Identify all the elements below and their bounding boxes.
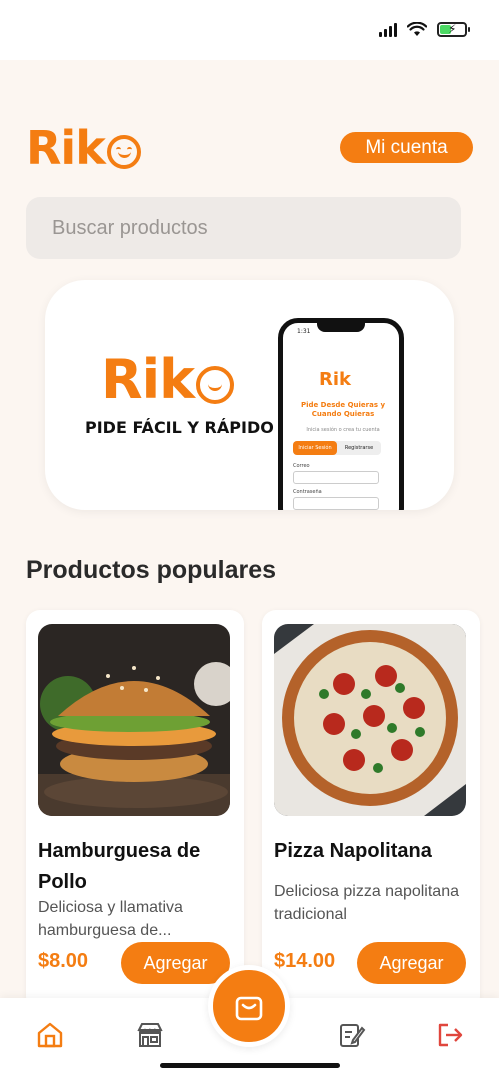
status-bar: ⚡ (0, 0, 499, 60)
banner-tagline: PIDE FÁCIL Y RÁPIDO (85, 418, 274, 437)
phone-notch (317, 323, 365, 332)
phone-tabs: Iniciar Sesión Registrarse (293, 441, 381, 455)
shopping-bag-icon (235, 996, 263, 1021)
product-description: Deliciosa pizza napolitana tradicional (274, 883, 459, 923)
banner-logo: Rik (101, 348, 235, 411)
banner-logo-text: Rik (101, 348, 195, 411)
phone-email-label: Correo (293, 463, 310, 469)
product-description: Deliciosa y llamativa hamburguesa de... (38, 899, 183, 939)
battery-icon: ⚡ (437, 22, 470, 37)
smiley-icon (106, 135, 141, 169)
logout-icon[interactable] (435, 1020, 465, 1050)
add-to-cart-button[interactable]: Agregar (121, 942, 230, 984)
status-icons: ⚡ (379, 22, 470, 37)
smiley-icon (196, 365, 235, 404)
signal-icon (379, 22, 397, 37)
wifi-icon (407, 22, 427, 36)
product-image (274, 624, 466, 816)
product-name: Pizza Napolitana (274, 840, 432, 862)
phone-subtitle: Inicia sesión o crea tu cuenta (306, 427, 380, 433)
phone-password-label: Contraseña (293, 489, 322, 495)
logo-text: Rik (26, 121, 106, 175)
search-input[interactable] (26, 197, 461, 259)
product-card[interactable]: Hamburguesa de Pollo Deliciosa y llamati… (26, 610, 244, 1010)
phone-time: 1:31 (297, 328, 311, 335)
phone-title: Pide Desde Quieras y Cuando Quieras (300, 401, 386, 418)
store-icon[interactable] (135, 1020, 165, 1050)
product-image (38, 624, 230, 816)
phone-logo: Rik (319, 369, 352, 390)
cart-button[interactable] (208, 965, 290, 1047)
phone-tab-register: Registrarse (344, 445, 374, 451)
account-button[interactable]: Mi cuenta (340, 132, 473, 163)
home-indicator (160, 1063, 340, 1068)
product-price: $8.00 (38, 950, 89, 972)
home-icon[interactable] (35, 1020, 65, 1050)
product-price: $14.00 (274, 950, 336, 972)
phone-password-field (293, 497, 379, 510)
phone-tab-login: Iniciar Sesión (293, 441, 337, 455)
orders-icon[interactable] (336, 1020, 366, 1050)
product-name: Hamburguesa de Pollo (38, 840, 201, 893)
section-title: Productos populares (26, 556, 277, 584)
promo-banner[interactable]: Rik PIDE FÁCIL Y RÁPIDO 1:31 Rik Pide De… (45, 280, 454, 510)
product-card[interactable]: Pizza Napolitana Deliciosa pizza napolit… (262, 610, 480, 1010)
phone-email-field (293, 471, 379, 484)
add-to-cart-button[interactable]: Agregar (357, 942, 466, 984)
phone-mockup: 1:31 Rik Pide Desde Quieras y Cuando Qui… (278, 318, 404, 510)
app-logo: Rik (26, 120, 141, 176)
